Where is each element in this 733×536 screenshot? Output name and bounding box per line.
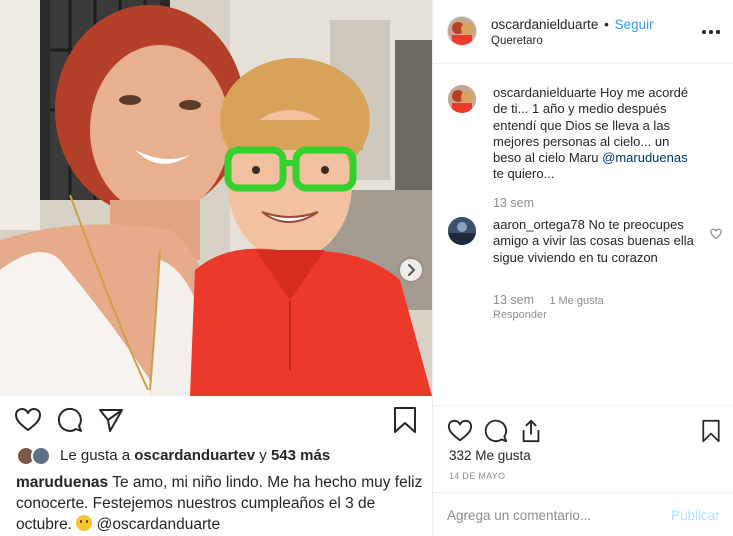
comment-input[interactable] xyxy=(447,505,657,525)
left-post-panel: Le gusta a oscardanduartev y 543 más mar… xyxy=(0,0,432,536)
chevron-right-icon xyxy=(408,264,415,276)
avatar[interactable] xyxy=(448,85,476,113)
post-photo[interactable] xyxy=(0,0,432,396)
avatar-image xyxy=(448,17,476,45)
right-comments-panel: oscardanielduarte • Seguir Queretaro osc… xyxy=(433,0,733,536)
comment-mention-link[interactable]: @maruduenas xyxy=(602,150,687,165)
comments-list: oscardanielduarte Hoy me acordé de ti...… xyxy=(433,65,733,405)
smiley-emoji-icon xyxy=(76,515,93,531)
separator-dot: • xyxy=(604,17,609,32)
more-options-icon-dot xyxy=(716,30,720,34)
comment-username-link[interactable]: aaron_ortega78 xyxy=(493,217,585,232)
comment-time[interactable]: 13 sem xyxy=(493,293,534,307)
follow-button[interactable]: Seguir xyxy=(615,17,654,32)
comment-button[interactable] xyxy=(56,406,84,434)
liked-by-row: Le gusta a oscardanduartev y 543 más xyxy=(16,446,426,466)
author-line: oscardanielduarte • Seguir xyxy=(491,17,654,32)
liked-by-user-link[interactable]: oscardanduartev xyxy=(134,447,255,464)
comment-body: oscardanielduarte Hoy me acordé de ti...… xyxy=(493,85,698,183)
location-link[interactable]: Queretaro xyxy=(491,35,543,47)
comment-bubble-icon xyxy=(57,407,82,432)
liked-by-prefix: Le gusta a xyxy=(60,447,131,464)
likes-count[interactable]: 332 Me gusta xyxy=(449,448,531,463)
avatar[interactable] xyxy=(31,446,51,466)
left-action-bar xyxy=(0,396,432,442)
avatar-image xyxy=(448,217,476,245)
bookmark-icon xyxy=(394,407,416,433)
like-button[interactable] xyxy=(447,418,475,446)
avatar[interactable] xyxy=(448,217,476,245)
comment-item: aaron_ortega78 No te preocupes amigo a v… xyxy=(448,217,723,327)
post-caption: maruduenas Te amo, mi niño lindo. Me ha … xyxy=(16,472,424,535)
comment-text-end: te quiero... xyxy=(493,166,555,182)
liked-by-connector: y xyxy=(259,447,267,464)
more-options-icon xyxy=(702,30,706,34)
reply-button[interactable]: Responder xyxy=(493,309,547,321)
heart-icon xyxy=(15,408,41,431)
comment-bubble-icon xyxy=(484,419,508,443)
comment-button[interactable] xyxy=(483,418,511,446)
more-options-button[interactable] xyxy=(701,24,721,40)
share-button[interactable] xyxy=(97,406,125,434)
comment-meta: 13 sem 1 Me gusta xyxy=(493,293,604,307)
carousel-next-button[interactable] xyxy=(400,259,422,281)
avatar-image xyxy=(448,85,476,113)
share-upload-icon xyxy=(522,419,540,443)
photo-illustration xyxy=(0,0,432,396)
caption-username-link[interactable]: maruduenas xyxy=(16,474,108,491)
comment-username-link[interactable]: oscardanielduarte xyxy=(493,85,596,100)
save-button[interactable] xyxy=(391,406,419,434)
author-username-link[interactable]: oscardanielduarte xyxy=(491,17,598,32)
post-header: oscardanielduarte • Seguir Queretaro xyxy=(433,0,733,64)
share-button[interactable] xyxy=(518,418,546,446)
save-button[interactable] xyxy=(699,418,727,446)
more-options-icon-dot xyxy=(709,30,713,34)
liked-by-more-link[interactable]: 543 más xyxy=(271,447,330,464)
post-date[interactable]: 14 DE MAYO xyxy=(449,471,505,481)
liked-by-text: Le gusta a oscardanduartev y 543 más xyxy=(60,447,330,465)
right-action-bar: 332 Me gusta 14 DE MAYO xyxy=(433,405,733,485)
caption-comment: oscardanielduarte Hoy me acordé de ti...… xyxy=(448,85,723,210)
comment-body: aaron_ortega78 No te preocupes amigo a v… xyxy=(493,217,698,266)
paper-plane-icon xyxy=(99,409,123,432)
author-avatar[interactable] xyxy=(448,17,476,45)
comment-time[interactable]: 13 sem xyxy=(493,196,534,210)
add-comment-bar: Publicar xyxy=(433,492,733,536)
comment-likes-link[interactable]: 1 Me gusta xyxy=(549,295,603,307)
caption-mention-link[interactable]: @oscardanduarte xyxy=(97,516,220,533)
publish-button[interactable]: Publicar xyxy=(671,508,720,523)
like-button[interactable] xyxy=(14,406,42,434)
heart-icon xyxy=(447,419,473,442)
comment-meta: 13 sem xyxy=(493,196,534,210)
bookmark-icon xyxy=(702,419,720,443)
liked-by-avatars xyxy=(16,446,54,466)
heart-icon[interactable] xyxy=(710,228,722,240)
